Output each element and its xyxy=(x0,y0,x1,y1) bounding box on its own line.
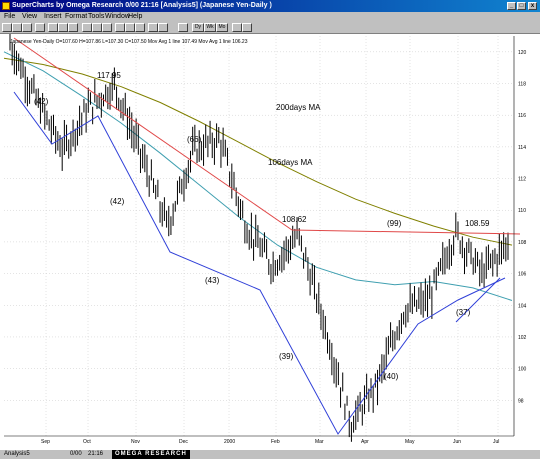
y-tick-label: 118 xyxy=(518,82,526,88)
y-tick-label: 120 xyxy=(518,50,527,56)
x-tick-label: Oct xyxy=(83,439,91,445)
scroll-left-icon[interactable] xyxy=(232,23,242,32)
window-title: SuperCharts by Omega Research 0/00 21:16… xyxy=(12,2,272,9)
text-icon[interactable] xyxy=(125,23,135,32)
label-39: (39) xyxy=(279,352,294,361)
menu-tools[interactable]: Tools xyxy=(88,12,104,22)
chart-legend: Japanese Yen-Daily O=107.60 H=107.86 L=1… xyxy=(10,39,248,45)
app-icon xyxy=(2,2,10,10)
supercharts-window: SuperCharts by Omega Research 0/00 21:16… xyxy=(0,0,540,459)
daily-button[interactable]: Dy xyxy=(192,23,204,32)
label-42-a: (42) xyxy=(34,97,49,106)
label-108-59: 108.59 xyxy=(465,219,490,228)
label-108-62: 108.62 xyxy=(282,215,307,224)
menu-insert[interactable]: Insert xyxy=(44,12,62,22)
menu-format[interactable]: Format xyxy=(65,12,87,22)
x-tick-label: Dec xyxy=(179,439,188,445)
y-tick-label: 110 xyxy=(518,208,526,214)
menu-file[interactable]: File xyxy=(4,12,15,22)
study-icon[interactable] xyxy=(102,23,112,32)
x-tick-label: Jul xyxy=(493,439,499,445)
y-tick-label: 106 xyxy=(518,272,527,278)
y-tick-label: 98 xyxy=(518,398,524,404)
x-tick-label: Jun xyxy=(453,439,461,445)
y-tick-label: 112 xyxy=(518,177,526,183)
chart-area[interactable]: 98 100 102 104 106 108 110 112 114 116 118 120 Sep O… xyxy=(0,34,540,450)
label-40: (40) xyxy=(384,372,399,381)
x-tick-label: May xyxy=(405,439,415,445)
close-button[interactable]: x xyxy=(528,2,537,10)
paste-icon[interactable] xyxy=(68,23,78,32)
title-bar[interactable]: SuperCharts by Omega Research 0/00 21:16… xyxy=(0,0,540,12)
label-200days-ma: 200days MA xyxy=(276,103,321,112)
x-tick-label: Sep xyxy=(41,439,50,445)
bar-chart-icon[interactable] xyxy=(178,23,188,32)
copy-icon[interactable] xyxy=(58,23,68,32)
weekly-button[interactable]: Wk xyxy=(204,23,216,32)
menu-help[interactable]: Help xyxy=(128,12,142,22)
x-tick-label: 2000 xyxy=(224,439,235,445)
fib-icon[interactable] xyxy=(135,23,145,32)
indicator-icon[interactable] xyxy=(92,23,102,32)
menu-bar: File View Insert Format Tools Window Hel… xyxy=(0,12,540,22)
cut-icon[interactable] xyxy=(48,23,58,32)
y-tick-label: 108 xyxy=(518,240,527,246)
monthly-button[interactable]: Mo xyxy=(216,23,228,32)
arrow-icon[interactable] xyxy=(158,23,168,32)
zoom-icon[interactable] xyxy=(148,23,158,32)
x-tick-label: Mar xyxy=(315,439,324,445)
y-tick-label: 100 xyxy=(518,367,527,373)
label-117-95: 117.95 xyxy=(97,71,121,80)
x-tick-label: Nov xyxy=(131,439,140,445)
label-37: (37) xyxy=(456,308,471,317)
scroll-right-icon[interactable] xyxy=(242,23,252,32)
y-tick-label: 104 xyxy=(518,303,527,309)
save-icon[interactable] xyxy=(22,23,32,32)
label-106days-ma: 106days MA xyxy=(268,158,313,167)
y-tick-label: 116 xyxy=(518,113,526,119)
print-icon[interactable] xyxy=(35,23,45,32)
chart-background xyxy=(0,34,540,450)
label-42-b: (42) xyxy=(110,197,125,206)
chart-icon[interactable] xyxy=(82,23,92,32)
open-icon[interactable] xyxy=(12,23,22,32)
label-99: (99) xyxy=(387,219,402,228)
menu-view[interactable]: View xyxy=(22,12,37,22)
menu-window[interactable]: Window xyxy=(105,12,130,22)
price-chart[interactable]: 98 100 102 104 106 108 110 112 114 116 118 120 Sep O… xyxy=(0,34,540,450)
x-tick-label: Feb xyxy=(271,439,280,445)
y-tick-label: 114 xyxy=(518,145,526,151)
label-43: (43) xyxy=(205,276,220,285)
y-tick-label: 102 xyxy=(518,335,527,341)
trendline-icon[interactable] xyxy=(115,23,125,32)
toolbar: Dy Wk Mo xyxy=(0,22,540,34)
x-tick-label: Apr xyxy=(361,439,369,445)
label-66: (66) xyxy=(187,135,202,144)
maximize-button[interactable]: □ xyxy=(517,2,526,10)
new-icon[interactable] xyxy=(2,23,12,32)
minimize-button[interactable]: _ xyxy=(507,2,516,10)
